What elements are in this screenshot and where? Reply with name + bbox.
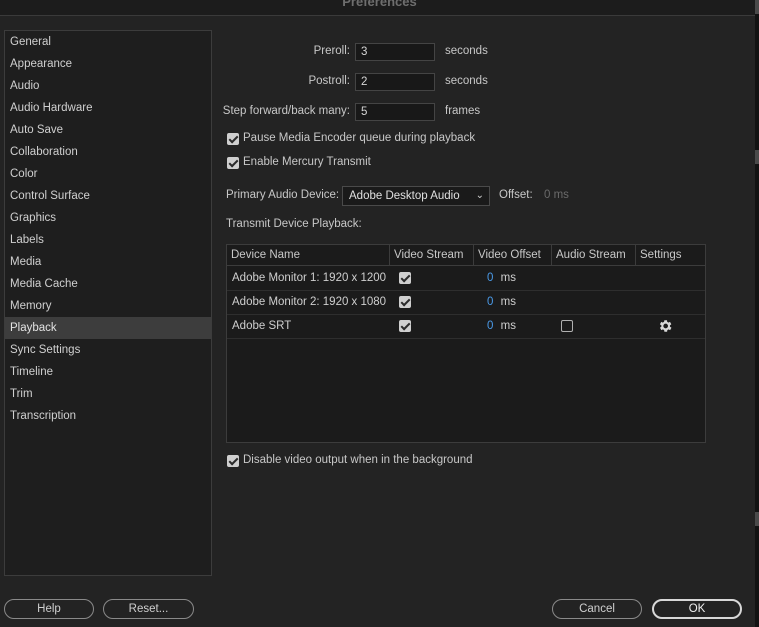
preroll-label: Preroll:: [313, 45, 350, 57]
window-titlebar: Preferences: [0, 0, 759, 16]
sidebar-item-appearance[interactable]: Appearance: [5, 53, 211, 75]
video-offset-unit: ms: [500, 296, 516, 308]
video-stream-checkbox[interactable]: [399, 296, 411, 308]
sidebar-item-labels[interactable]: Labels: [5, 229, 211, 251]
sidebar-item-playback[interactable]: Playback: [5, 317, 211, 339]
window-title: Preferences: [342, 0, 417, 9]
sidebar-item-general[interactable]: General: [5, 31, 211, 53]
transmit-device-label: Transmit Device Playback:: [226, 218, 362, 230]
disable-background-output-label: Disable video output when in the backgro…: [243, 454, 473, 466]
column-header-video-stream[interactable]: Video Stream: [390, 245, 474, 265]
ok-button[interactable]: OK: [652, 599, 742, 619]
video-offset: 0 ms: [487, 314, 516, 338]
edge-marker: [755, 0, 759, 14]
sidebar-item-audio-hardware[interactable]: Audio Hardware: [5, 97, 211, 119]
pause-encoder-checkbox[interactable]: [227, 133, 239, 145]
sidebar-item-label: Collaboration: [10, 146, 78, 158]
column-header-settings[interactable]: Settings: [636, 245, 705, 265]
gear-icon[interactable]: [657, 318, 673, 334]
sidebar-item-label: Color: [10, 168, 38, 180]
pause-encoder-label: Pause Media Encoder queue during playbac…: [243, 132, 476, 144]
device-name: Adobe SRT: [232, 320, 292, 332]
column-header-video-offset[interactable]: Video Offset: [474, 245, 552, 265]
audio-device-select[interactable]: Adobe Desktop Audio ⌄: [342, 186, 490, 206]
video-offset-value[interactable]: 0: [487, 296, 493, 308]
device-name: Adobe Monitor 2: 1920 x 1080: [232, 296, 387, 308]
sidebar-item-timeline[interactable]: Timeline: [5, 361, 211, 383]
sidebar-item-media[interactable]: Media: [5, 251, 211, 273]
sidebar-item-label: Control Surface: [10, 190, 90, 202]
step-unit: frames: [445, 105, 481, 117]
sidebar-item-graphics[interactable]: Graphics: [5, 207, 211, 229]
sidebar-item-label: Graphics: [10, 212, 57, 224]
sidebar-item-label: Memory: [10, 300, 52, 312]
sidebar-item-label: Timeline: [10, 366, 54, 378]
step-input[interactable]: [355, 103, 435, 121]
postroll-input[interactable]: [355, 73, 435, 91]
disable-background-output-checkbox[interactable]: [227, 455, 239, 467]
sidebar-item-sync-settings[interactable]: Sync Settings: [5, 339, 211, 361]
step-label: Step forward/back many:: [222, 105, 350, 117]
postroll-unit: seconds: [445, 75, 488, 87]
video-offset-unit: ms: [500, 320, 516, 332]
chevron-down-icon: ⌄: [475, 190, 484, 201]
cancel-button[interactable]: Cancel: [552, 599, 642, 619]
video-offset-unit: ms: [500, 272, 516, 284]
mercury-transmit-checkbox[interactable]: [227, 157, 239, 169]
sidebar-item-label: Auto Save: [10, 124, 64, 136]
sidebar-item-trim[interactable]: Trim: [5, 383, 211, 405]
sidebar-item-label: Trim: [10, 388, 33, 400]
video-offset-value[interactable]: 0: [487, 320, 493, 332]
video-stream-checkbox[interactable]: [399, 320, 411, 332]
table-row: Adobe Monitor 1: 1920 x 1200 0 ms: [227, 266, 705, 291]
transmit-device-table: Device Name Video Stream Video Offset Au…: [226, 244, 706, 443]
sidebar-item-label: Labels: [10, 234, 44, 246]
reset-button[interactable]: Reset...: [103, 599, 194, 619]
sidebar-item-label: Playback: [10, 322, 57, 334]
help-button[interactable]: Help: [4, 599, 94, 619]
sidebar-item-auto-save[interactable]: Auto Save: [5, 119, 211, 141]
table-row: Adobe Monitor 2: 1920 x 1080 0 ms: [227, 290, 705, 315]
preroll-input[interactable]: [355, 43, 435, 61]
video-stream-checkbox[interactable]: [399, 272, 411, 284]
sidebar-item-memory[interactable]: Memory: [5, 295, 211, 317]
mercury-transmit-label: Enable Mercury Transmit: [243, 156, 371, 168]
sidebar-item-label: General: [10, 36, 51, 48]
sidebar-item-media-cache[interactable]: Media Cache: [5, 273, 211, 295]
edge-marker: [755, 512, 759, 526]
offset-label: Offset:: [499, 189, 533, 201]
audio-device-value: Adobe Desktop Audio: [349, 190, 460, 202]
sidebar-item-label: Media: [10, 256, 42, 268]
column-header-device-name[interactable]: Device Name: [227, 245, 390, 265]
video-offset: 0 ms: [487, 290, 516, 314]
window-edge: [755, 0, 759, 627]
sidebar-item-label: Sync Settings: [10, 344, 81, 356]
sidebar-item-audio[interactable]: Audio: [5, 75, 211, 97]
sidebar-item-control-surface[interactable]: Control Surface: [5, 185, 211, 207]
video-offset-value[interactable]: 0: [487, 272, 493, 284]
edge-marker: [755, 150, 759, 164]
sidebar-item-label: Media Cache: [10, 278, 78, 290]
device-name: Adobe Monitor 1: 1920 x 1200: [232, 272, 387, 284]
sidebar-item-label: Audio: [10, 80, 40, 92]
column-header-audio-stream[interactable]: Audio Stream: [552, 245, 636, 265]
sidebar-item-label: Transcription: [10, 410, 77, 422]
sidebar-item-transcription[interactable]: Transcription: [5, 405, 211, 427]
sidebar-item-collaboration[interactable]: Collaboration: [5, 141, 211, 163]
offset-value: 0 ms: [544, 189, 569, 201]
video-offset: 0 ms: [487, 266, 516, 290]
audio-stream-checkbox[interactable]: [561, 320, 573, 332]
postroll-label: Postroll:: [308, 75, 350, 87]
sidebar-item-label: Appearance: [10, 58, 73, 70]
table-row: Adobe SRT 0 ms: [227, 314, 705, 339]
sidebar-item-color[interactable]: Color: [5, 163, 211, 185]
sidebar-item-label: Audio Hardware: [10, 102, 93, 114]
audio-device-label: Primary Audio Device:: [226, 189, 340, 201]
preroll-unit: seconds: [445, 45, 488, 57]
preferences-sidebar: General Appearance Audio Audio Hardware …: [4, 30, 212, 576]
